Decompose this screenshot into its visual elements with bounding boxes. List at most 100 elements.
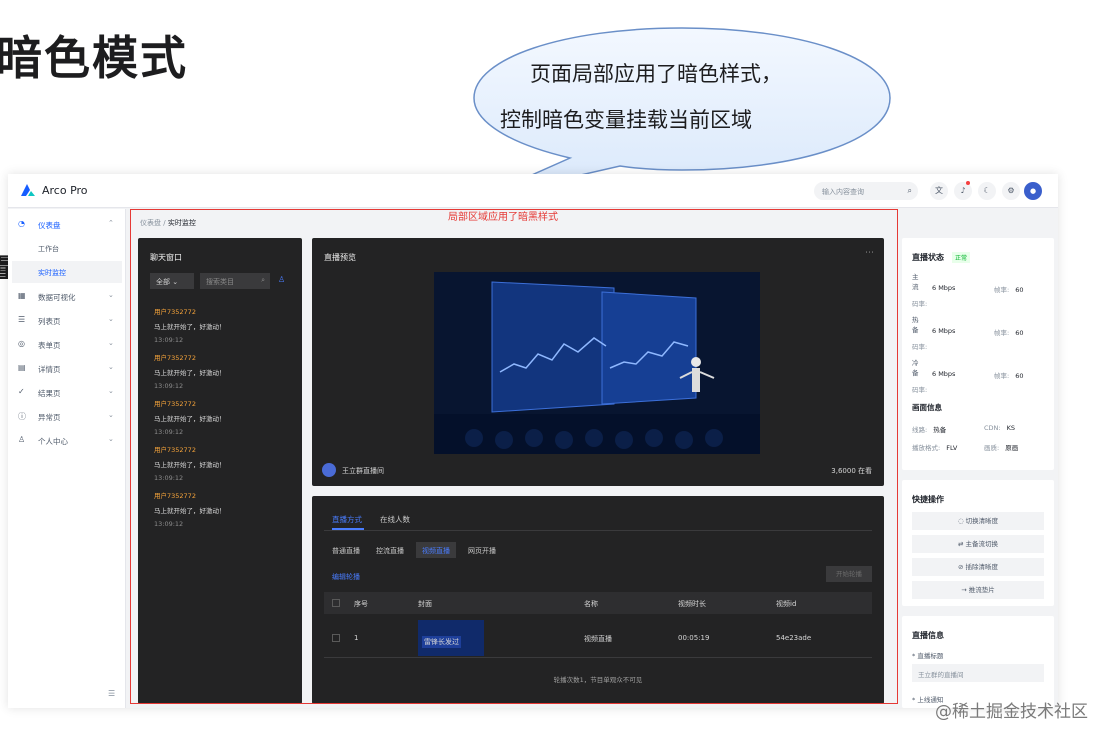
sidebar-subitem-label: 实时监控 [38, 269, 66, 277]
chevron-down-icon: ⌄ [108, 315, 114, 323]
mode-stream-control[interactable]: 控流直播 [370, 542, 410, 558]
stream-main: 主流 6 Mbps 帧率: 60 码率: [912, 272, 1048, 310]
sidebar-item-label: 数据可视化 [38, 293, 76, 302]
liveinfo-title: 直播信息 [912, 631, 944, 640]
bell-icon[interactable]: ♪ [954, 182, 972, 200]
sidebar-subitem-label: 工作台 [38, 245, 59, 253]
viewer-count: 3,6000 在看 [831, 467, 872, 475]
live-title-input[interactable]: 王立群的直播间 [912, 664, 1044, 682]
chat-message: 用户7352772 马上就开始了，好激动！ 13:09:12 [154, 398, 294, 436]
row-index: 1 [354, 634, 359, 642]
user-filter-icon[interactable]: ♙ [278, 275, 285, 284]
tab-live-mode[interactable]: 直播方式 [332, 514, 362, 525]
quality-label: 画质: [984, 444, 1000, 452]
stream-bitrate: 6 Mbps [932, 284, 956, 292]
table-row[interactable]: 1 雷锋长发过 视频直播 00:05:19 54e23ade [324, 618, 872, 658]
row-duration: 00:05:19 [678, 634, 710, 642]
sidebar-item-exception[interactable]: ⓘ 异常页 ⌄ [8, 405, 126, 427]
field-label: 直播标题 [917, 652, 944, 660]
row-id: 54e23ade [776, 634, 812, 642]
result-icon: ✓ [18, 387, 25, 396]
chat-message: 用户7352772 马上就开始了，好激动！ 13:09:12 [154, 444, 294, 482]
app-window: Arco Pro 输入内容查询 ⌕ 文 ♪ ☾ ⚙ ● ◔ 仪表盘 ⌃ 工作台 … [8, 174, 1058, 708]
sidebar-item-label: 列表页 [38, 317, 61, 326]
chat-message: 用户7352772 马上就开始了，好激动！ 13:09:12 [154, 490, 294, 528]
format-value: FLV [946, 444, 958, 452]
select-all-checkbox[interactable] [332, 599, 340, 607]
mode-video[interactable]: 视频直播 [416, 542, 456, 558]
moon-icon[interactable]: ☾ [978, 182, 996, 200]
notification-dot [966, 181, 970, 185]
sidebar-subitem-monitor[interactable]: 实时监控 [12, 261, 122, 283]
cdn-label: CDN: [984, 424, 1001, 432]
table-header: 序号 封面 名称 视频时长 视频id [324, 592, 872, 614]
chevron-down-icon: ⌄ [108, 291, 114, 299]
breadcrumb-item[interactable]: 仪表盘 [140, 219, 161, 227]
remove-quality-button[interactable]: ⊘ 插除清晰度 [912, 558, 1044, 576]
chat-filter-select[interactable]: 全部 ⌄ [150, 273, 194, 289]
quality-value: 原画 [1005, 444, 1019, 452]
line-label: 线路: [912, 426, 928, 434]
more-icon[interactable]: ⋯ [865, 248, 874, 258]
sidebar-item-detail[interactable]: ▤ 详情页 ⌄ [8, 357, 126, 379]
video-frame-image [434, 272, 760, 454]
avatar[interactable]: ● [1024, 182, 1042, 200]
tab-online-count[interactable]: 在线人数 [380, 514, 410, 525]
row-name: 视频直播 [584, 635, 612, 643]
chat-time: 13:09:12 [154, 382, 184, 390]
cdn-value: KS [1006, 424, 1015, 432]
mode-web[interactable]: 网页开播 [462, 542, 502, 558]
bubble-line-1: 页面局部应用了暗色样式， [530, 62, 782, 86]
col-id: 视频id [776, 600, 797, 608]
stream-fps: 60 [1015, 286, 1024, 294]
start-carousel-button[interactable]: 开始轮播 [826, 566, 872, 582]
settings-icon[interactable]: ⚙ [1002, 182, 1020, 200]
sidebar-item-form[interactable]: ◎ 表单页 ⌄ [8, 333, 126, 355]
sidebar-item-dashboard[interactable]: ◔ 仪表盘 ⌃ [8, 213, 126, 235]
stream-fps: 60 [1015, 329, 1024, 337]
sidebar-item-user[interactable]: ♙ 个人中心 ⌄ [8, 429, 126, 451]
preview-title: 直播预览 [324, 253, 356, 262]
push-pad-button[interactable]: → 推流垫片 [912, 581, 1044, 599]
stream-bitrate: 6 Mbps [932, 327, 956, 335]
chat-search-input[interactable]: 搜索类目 ⌕ [200, 273, 270, 289]
logo[interactable]: Arco Pro [20, 183, 88, 197]
sidebar-subitem-workplace[interactable]: 工作台 [12, 237, 122, 259]
chat-title: 聊天窗口 [150, 253, 182, 262]
sidebar-item-list[interactable]: ☰ 列表页 ⌄ [8, 309, 126, 331]
search-placeholder: 输入内容查询 [822, 188, 864, 196]
status-badge: 正常 [952, 252, 971, 263]
dashboard-icon: ◔ [18, 219, 25, 228]
cover-thumbnail: 雷锋长发过 [418, 620, 484, 656]
list-icon: ☰ [18, 315, 26, 324]
chat-text: 马上就开始了，好激动！ [154, 507, 226, 515]
mode-normal[interactable]: 普通直播 [326, 542, 366, 558]
arco-logo-icon [21, 184, 35, 196]
anchor-avatar [322, 463, 336, 477]
fps-label: 帧率: [994, 329, 1010, 337]
chat-panel: 聊天窗口 全部 ⌄ 搜索类目 ⌕ ♙ 用户7352772 马上就开始了，好激动！… [138, 238, 302, 704]
chat-message: 用户7352772 马上就开始了，好激动！ 13:09:12 [154, 306, 294, 344]
search-input[interactable]: 输入内容查询 ⌕ [814, 182, 918, 200]
language-icon[interactable]: 文 [930, 182, 948, 200]
stream-name: 冷备 [912, 359, 919, 377]
watermark: @稀土掘金技术社区 [935, 702, 1088, 722]
collapse-menu-icon[interactable]: ☰ [108, 689, 115, 698]
line-info: 线路: 热备 [912, 424, 946, 434]
sidebar-item-result[interactable]: ✓ 结果页 ⌄ [8, 381, 126, 403]
edit-carousel-link[interactable]: 编辑轮播 [332, 572, 360, 582]
slide-title: 暗色模式 [0, 31, 188, 85]
switch-quality-button[interactable]: ◌ 切换清晰度 [912, 512, 1044, 530]
video-player[interactable] [434, 272, 760, 454]
rate-label: 码率: [912, 343, 928, 351]
sidebar-item-label: 异常页 [38, 413, 61, 422]
col-duration: 视频时长 [678, 600, 706, 608]
chat-time: 13:09:12 [154, 428, 184, 436]
row-checkbox[interactable] [332, 634, 340, 642]
sidebar-item-label: 个人中心 [38, 437, 68, 446]
fps-label: 帧率: [994, 372, 1010, 380]
sidebar-item-visualization[interactable]: ▦ 数据可视化 ⌄ [8, 285, 126, 307]
picture-info-title: 画面信息 [912, 403, 942, 412]
live-settings-panel: 直播方式 在线人数 普通直播 控流直播 视频直播 网页开播 编辑轮播 开始轮播 … [312, 496, 884, 704]
switch-stream-button[interactable]: ⇄ 主备流切换 [912, 535, 1044, 553]
